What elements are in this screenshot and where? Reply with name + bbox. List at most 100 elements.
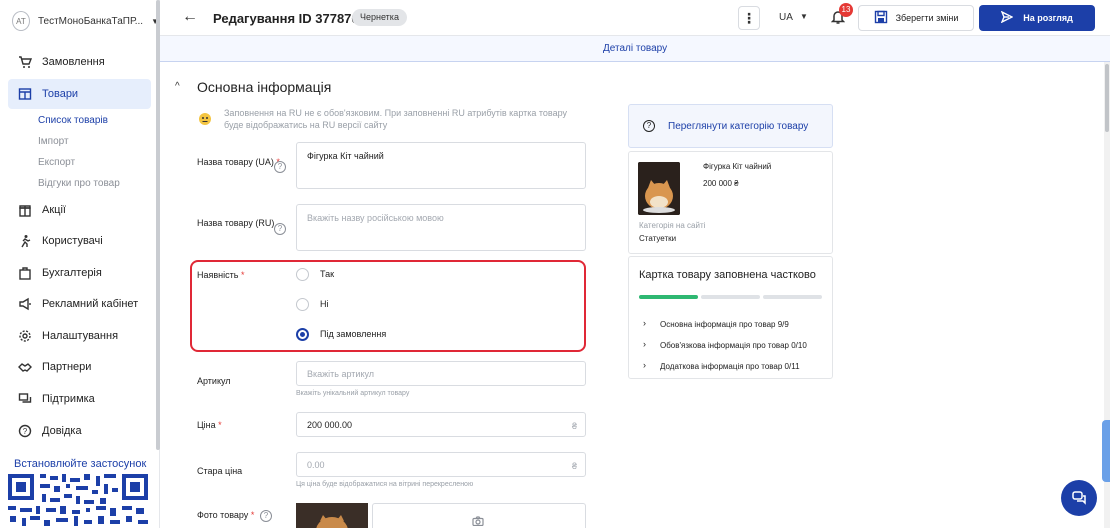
sidebar-item-label: Рекламний кабінет: [42, 298, 139, 310]
caret-down-icon[interactable]: ▼: [800, 12, 808, 21]
help-icon[interactable]: ?: [274, 161, 286, 173]
radio-label: Під замовлення: [320, 329, 387, 339]
progress-segment: [639, 295, 698, 299]
page-scrollbar-thumb[interactable]: [1105, 64, 1109, 132]
floppy-disk-icon: [874, 10, 888, 26]
price-input[interactable]: 200 000.00 ₴: [296, 412, 586, 437]
product-photo-thumbnail[interactable]: [296, 503, 368, 528]
ru-fill-note: Заповнення на RU не є обов'язковим. При …: [224, 108, 568, 130]
sidebar-item-promotions[interactable]: Акції: [8, 195, 151, 225]
collapse-caret-icon[interactable]: ^: [175, 81, 180, 92]
chat-icon: [18, 392, 32, 406]
old-price-value: 0.00: [307, 460, 325, 470]
sidebar-subitem-export[interactable]: Експорт: [38, 157, 75, 168]
side-widget-tab[interactable]: [1102, 420, 1110, 482]
sidebar-subitem-product-list[interactable]: Список товарів: [38, 115, 108, 126]
preview-product-price: 200 000 ₴: [703, 179, 739, 188]
sidebar-item-help[interactable]: ? Довідка: [8, 416, 151, 446]
status-badge: Чернетка: [352, 9, 407, 26]
save-changes-button[interactable]: Зберегти зміни: [858, 5, 974, 31]
availability-radio-yes[interactable]: [296, 268, 309, 281]
required-mark: *: [218, 420, 222, 430]
photo-label: Фото товару *: [197, 510, 254, 521]
chevron-right-icon[interactable]: ›: [643, 360, 646, 370]
sidebar-item-label: Користувачі: [42, 235, 103, 247]
sidebar-item-users[interactable]: Користувачі: [8, 226, 151, 256]
progress-segment: [701, 295, 760, 299]
completeness-item[interactable]: Обов'язкова інформація про товар 0/10: [660, 341, 807, 350]
sidebar-item-label: Товари: [42, 88, 79, 100]
sidebar-subitem-reviews[interactable]: Відгуки про товар: [38, 178, 120, 189]
product-thumbnail: [638, 162, 680, 215]
chevron-right-icon[interactable]: ›: [643, 318, 646, 328]
availability-highlight: [190, 260, 586, 352]
price-value: 200 000.00: [307, 420, 353, 430]
sidebar-item-orders[interactable]: Замовлення: [8, 47, 151, 77]
promo-icon: [18, 203, 32, 217]
chat-bubble-icon: [1071, 489, 1087, 508]
back-arrow-icon[interactable]: ←: [182, 8, 198, 26]
label-text: Фото товару: [197, 510, 249, 520]
label-text: Наявність: [197, 270, 239, 280]
megaphone-icon: [18, 297, 32, 311]
bag-icon: [18, 266, 32, 280]
cart-icon: [18, 55, 32, 69]
sidebar-item-accounting[interactable]: Бухгалтерія: [8, 258, 151, 288]
price-label: Ціна *: [197, 420, 222, 431]
shop-name: ТестМоноБанкаТаПР...: [37, 15, 144, 27]
old-price-input[interactable]: 0.00 ₴: [296, 452, 586, 477]
sidebar-subitem-import[interactable]: Імпорт: [38, 136, 69, 147]
sidebar-item-label: Акції: [42, 204, 66, 216]
radio-label: Так: [320, 269, 335, 279]
currency-suffix: ₴: [571, 461, 577, 471]
sidebar-item-support[interactable]: Підтримка: [8, 384, 151, 414]
help-circle-icon: ?: [643, 120, 655, 132]
availability-radio-on-order[interactable]: [296, 328, 309, 341]
sidebar-item-label: Довідка: [42, 425, 82, 437]
info-emoji-icon: [198, 112, 212, 129]
availability-label: Наявність *: [197, 270, 244, 281]
preview-product-name: Фігурка Кіт чайний: [703, 162, 772, 171]
sidebar-item-partners[interactable]: Партнери: [8, 352, 151, 382]
name-ua-label: Назва товару (UA) *: [197, 157, 280, 168]
required-mark: *: [250, 510, 255, 520]
help-icon[interactable]: ?: [274, 223, 286, 235]
support-chat-button[interactable]: [1061, 480, 1097, 516]
more-menu-button[interactable]: ⋮: [738, 6, 760, 30]
sidebar-item-ads[interactable]: Рекламний кабінет: [8, 289, 151, 319]
top-bar: ← Редагування ID 377870 Чернетка ⋮ UA ▼ …: [160, 0, 1110, 36]
send-icon: [1000, 10, 1014, 25]
old-price-hint: Ця ціна буде відображатися на вітрині пе…: [296, 481, 474, 488]
chevron-right-icon[interactable]: ›: [643, 339, 646, 349]
gear-icon: [18, 329, 32, 343]
svg-text:?: ?: [23, 427, 28, 436]
completeness-item[interactable]: Основна інформація про товар 9/9: [660, 320, 789, 329]
tab-product-details[interactable]: Деталі товару: [160, 36, 1110, 62]
view-category-card[interactable]: ? Переглянути категорію товару: [628, 104, 833, 148]
completeness-item[interactable]: Додаткова інформація про товар 0/11: [660, 362, 800, 371]
availability-radio-no[interactable]: [296, 298, 309, 311]
user-run-icon: [18, 234, 32, 248]
name-ru-input[interactable]: Вкажіть назву російською мовою: [296, 204, 586, 251]
sku-label: Артикул: [197, 376, 231, 386]
help-circle-icon: ?: [18, 424, 32, 438]
language-select[interactable]: UA: [779, 12, 793, 23]
camera-icon[interactable]: [472, 516, 484, 528]
tab-label: Деталі товару: [603, 43, 668, 54]
sidebar-item-products[interactable]: Товари: [8, 79, 151, 109]
sku-input[interactable]: Вкажіть артикул: [296, 361, 586, 386]
sidebar-item-settings[interactable]: Налаштування: [8, 321, 151, 351]
completeness-card: Картка товару заповнена частково › Основ…: [628, 256, 833, 379]
sidebar-item-label: Партнери: [42, 361, 92, 373]
label-text: Ціна: [197, 420, 216, 430]
save-label: Зберегти зміни: [895, 13, 959, 23]
shop-selector[interactable]: AT ТестМоноБанкаТаПР... ▼: [0, 0, 159, 42]
view-category-link[interactable]: Переглянути категорію товару: [668, 121, 808, 132]
product-preview-card: Фігурка Кіт чайний 200 000 ₴ Категорія н…: [628, 151, 833, 254]
name-ua-input[interactable]: Фігурка Кіт чайний: [296, 142, 586, 189]
submit-for-review-button[interactable]: На розгляд: [979, 5, 1095, 31]
help-icon[interactable]: ?: [260, 510, 272, 522]
notification-count-badge: 13: [839, 3, 853, 17]
page-title: Редагування ID 377870: [213, 11, 359, 26]
install-app-link[interactable]: Встановлюйте застосунок: [14, 458, 146, 470]
